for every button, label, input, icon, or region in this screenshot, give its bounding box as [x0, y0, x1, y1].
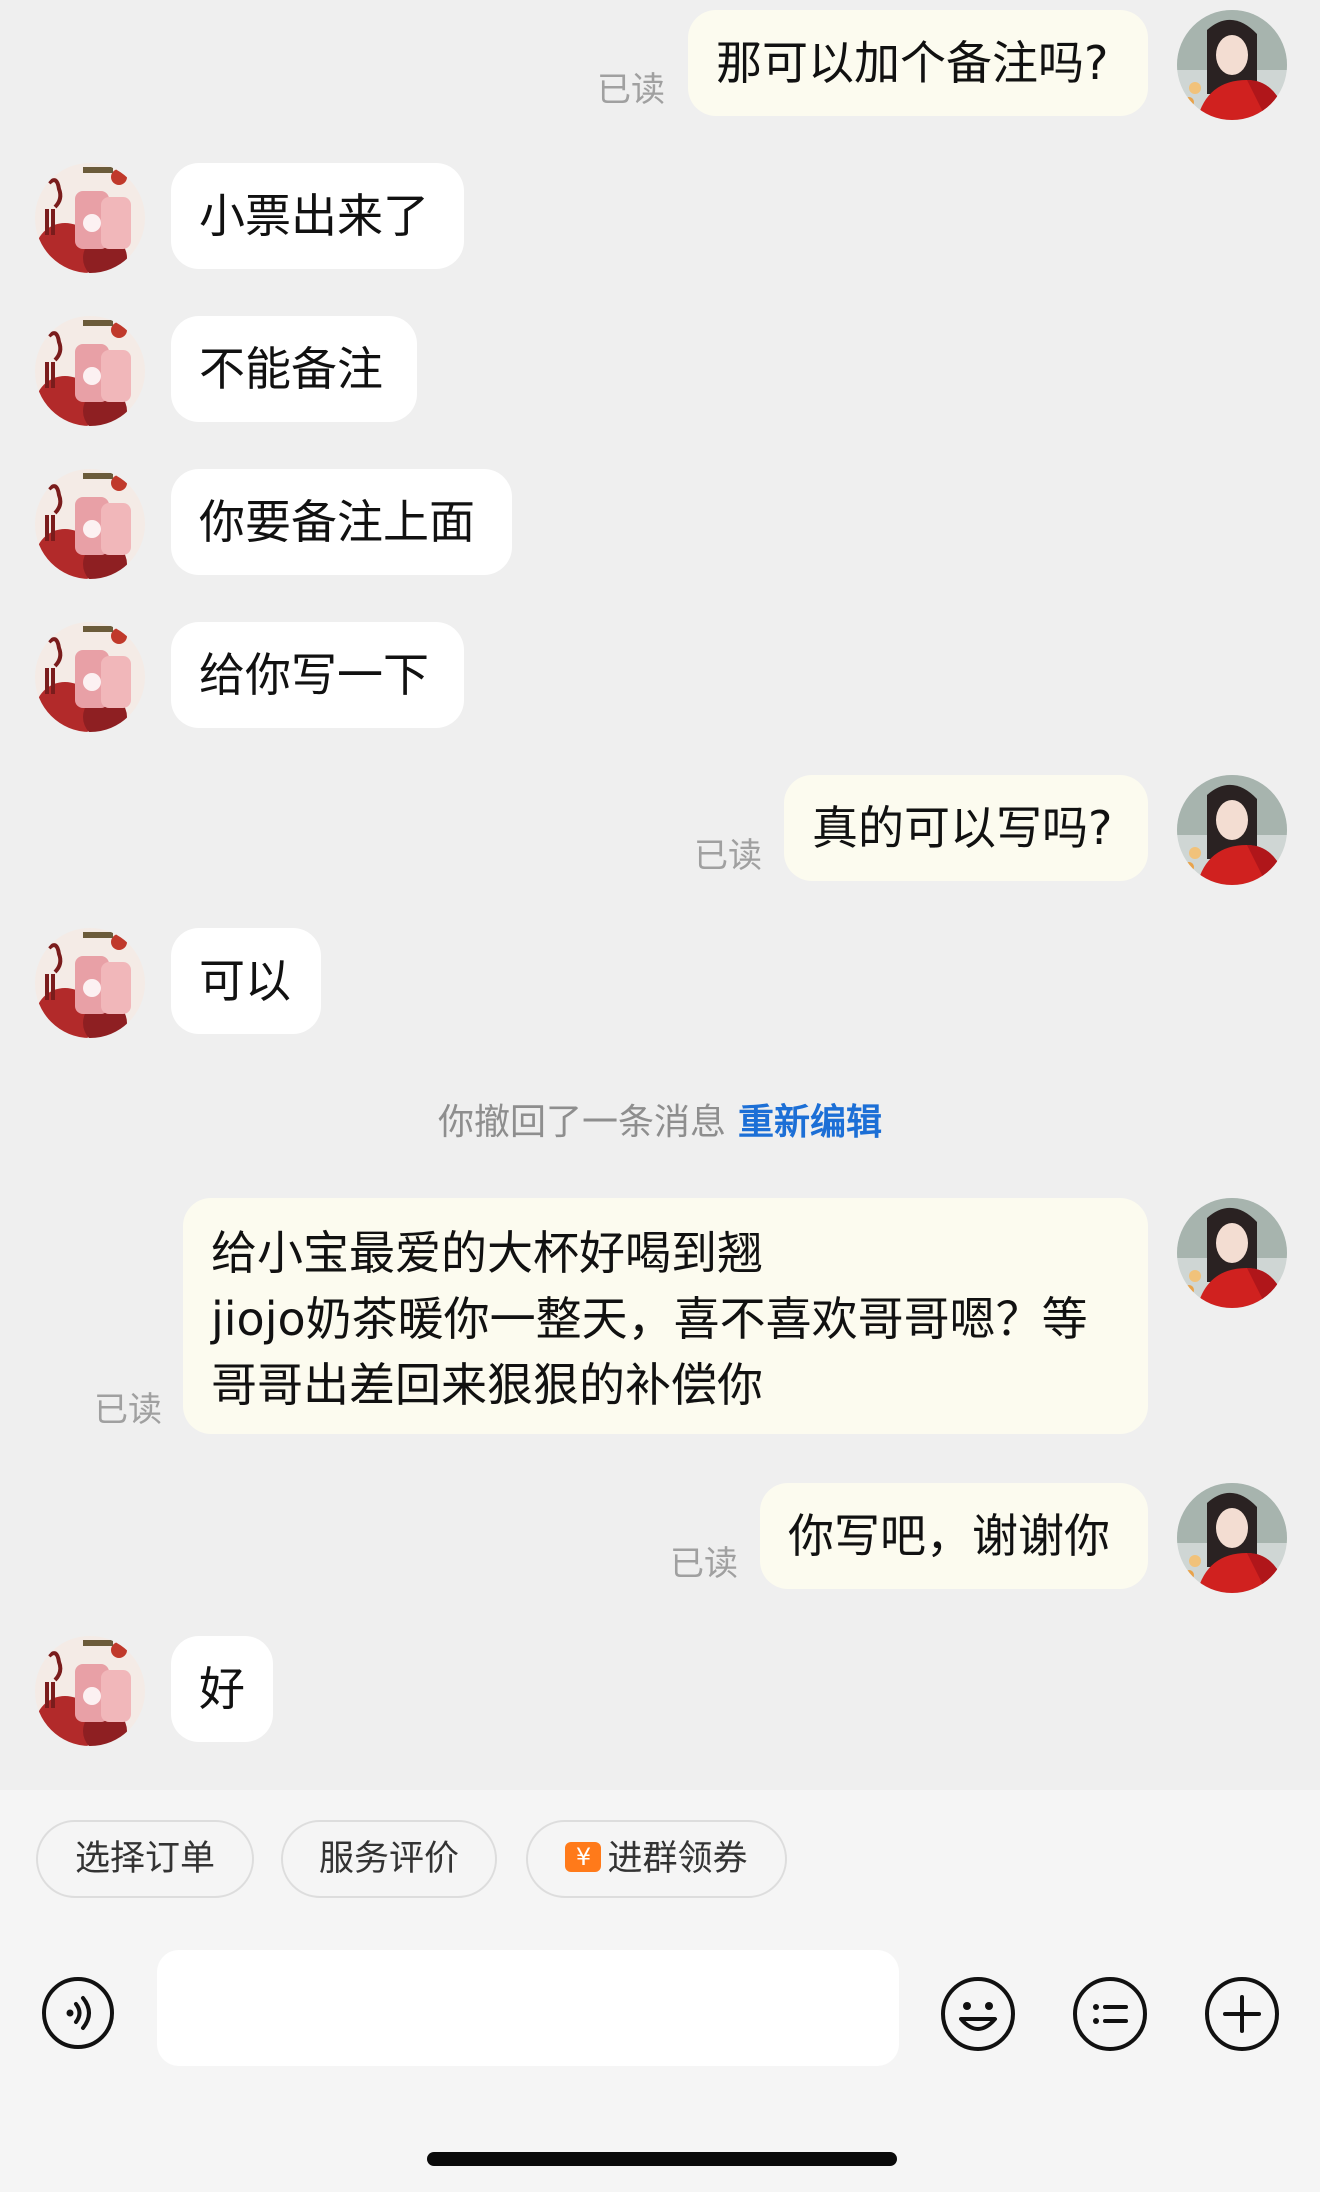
message-line: 哥哥出差回来狠狠的补偿你 — [211, 1358, 763, 1412]
chip-label: 进群领券 — [607, 1839, 748, 1879]
home-indicator[interactable] — [427, 2152, 897, 2166]
user-avatar[interactable] — [1177, 10, 1287, 120]
read-receipt: 已读 — [94, 1390, 162, 1430]
read-receipt: 已读 — [694, 836, 762, 876]
recall-notice-text: 你撤回了一条消息 — [437, 1102, 726, 1143]
shop-avatar[interactable] — [35, 1636, 145, 1746]
read-receipt: 已读 — [597, 70, 665, 110]
chip-label: 选择订单 — [74, 1839, 215, 1879]
message-bubble-incoming[interactable]: 你要备注上面 — [171, 469, 512, 575]
message-bubble-incoming[interactable]: 可以 — [171, 928, 321, 1034]
chip-label: 服务评价 — [318, 1839, 459, 1879]
message-bubble-incoming[interactable]: 好 — [171, 1636, 273, 1742]
select-order-chip[interactable]: 选择订单 — [36, 1820, 254, 1898]
chat-area: 已读 那可以加个备注吗? 小票出来了 不能备注 你要备注上面 给你写一下 已读 … — [0, 0, 1320, 1790]
user-avatar[interactable] — [1177, 1483, 1287, 1593]
plus-icon[interactable] — [1203, 1975, 1281, 2057]
user-avatar[interactable] — [1177, 1198, 1287, 1308]
message-bubble-incoming[interactable]: 小票出来了 — [171, 163, 464, 269]
shop-avatar[interactable] — [35, 163, 145, 273]
coupon-icon: ¥ — [565, 1842, 602, 1872]
message-input[interactable] — [157, 1950, 899, 2066]
message-bubble-incoming[interactable]: 不能备注 — [171, 316, 417, 422]
shop-avatar[interactable] — [35, 928, 145, 1038]
re-edit-link[interactable]: 重新编辑 — [738, 1102, 882, 1143]
recall-notice: 你撤回了一条消息 重新编辑 — [0, 1093, 1320, 1145]
message-bubble-outgoing[interactable]: 你写吧，谢谢你 — [760, 1483, 1148, 1589]
shop-avatar[interactable] — [35, 316, 145, 426]
shop-avatar[interactable] — [35, 469, 145, 579]
message-line: jiojo奶茶暖你一整天，喜不喜欢哥哥嗯？等 — [211, 1292, 1088, 1346]
message-line: 给小宝最爱的大杯好喝到翘 — [211, 1226, 763, 1280]
list-icon[interactable] — [1071, 1975, 1149, 2057]
voice-icon[interactable] — [40, 1975, 116, 2055]
message-bubble-outgoing[interactable]: 那可以加个备注吗? — [688, 10, 1148, 116]
message-bubble-outgoing[interactable]: 给小宝最爱的大杯好喝到翘 jiojo奶茶暖你一整天，喜不喜欢哥哥嗯？等 哥哥出差… — [183, 1198, 1148, 1434]
emoji-icon[interactable] — [939, 1975, 1017, 2057]
message-bubble-outgoing[interactable]: 真的可以写吗? — [784, 775, 1148, 881]
service-review-chip[interactable]: 服务评价 — [281, 1820, 497, 1898]
user-avatar[interactable] — [1177, 775, 1287, 885]
message-bubble-incoming[interactable]: 给你写一下 — [171, 622, 464, 728]
read-receipt: 已读 — [670, 1544, 738, 1584]
join-group-coupon-chip[interactable]: ¥ 进群领券 — [526, 1820, 787, 1898]
shop-avatar[interactable] — [35, 622, 145, 732]
